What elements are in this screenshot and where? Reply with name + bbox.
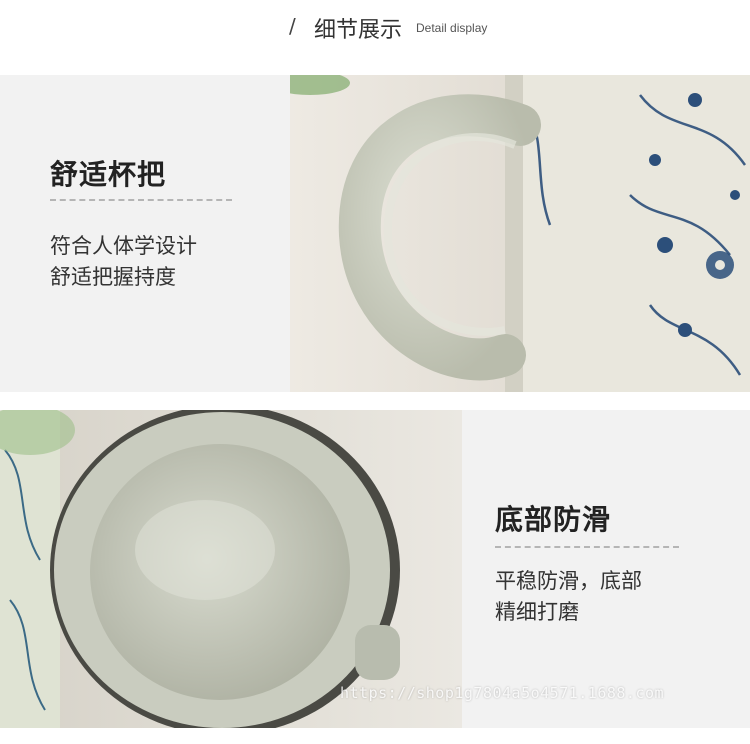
- watermark: https://shop1g7804a5o4571.1688.com: [340, 684, 665, 702]
- feature-desc-line: 舒适把握持度: [50, 265, 176, 289]
- mug-bottom-photo: [0, 410, 462, 728]
- header-slash: /: [289, 14, 296, 38]
- feature-desc-line: 平稳防滑，底部: [495, 569, 642, 593]
- header-title: 细节展示: [314, 18, 403, 43]
- feature-panel-bottom: 底部防滑 平稳防滑，底部 精细打磨: [462, 410, 750, 728]
- feature-desc-line: 精细打磨: [495, 600, 579, 624]
- feature-title-bottom: 底部防滑: [495, 503, 612, 536]
- mug-bottom-illustration: [0, 410, 400, 728]
- feature-divider: [50, 199, 232, 201]
- feature-desc-bottom: 平稳防滑，底部 精细打磨: [495, 566, 642, 628]
- feature-desc-line: 符合人体学设计: [50, 234, 197, 258]
- feature-panel-handle: 舒适杯把 符合人体学设计 舒适把握持度: [0, 75, 290, 392]
- section-header: / 细节展示 Detail display: [0, 0, 750, 60]
- header-subtitle: Detail display: [416, 21, 488, 35]
- feature-title-handle: 舒适杯把: [50, 158, 167, 191]
- feature-desc-handle: 符合人体学设计 舒适把握持度: [50, 231, 197, 293]
- mug-handle-photo: [290, 75, 750, 392]
- feature-divider: [495, 546, 679, 548]
- mug-handle-illustration: [290, 75, 750, 392]
